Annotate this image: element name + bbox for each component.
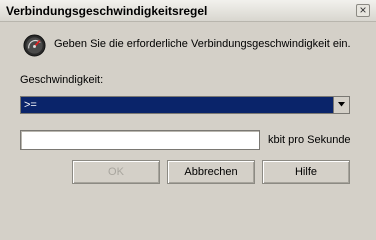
chevron-down-icon — [338, 102, 345, 107]
instruction-text: Geben Sie die erforderliche Verbindungsg… — [54, 38, 351, 50]
help-button[interactable]: Hilfe — [262, 160, 350, 184]
speed-label: Geschwindigkeit: — [20, 74, 104, 86]
speed-unit-label: kbit pro Sekunde — [268, 134, 351, 146]
cancel-button[interactable]: Abbrechen — [167, 160, 255, 184]
ok-button[interactable]: OK — [72, 160, 160, 184]
operator-dropdown-button[interactable] — [333, 97, 349, 113]
title-bar[interactable]: Verbindungsgeschwindigkeitsregel × — [0, 0, 376, 22]
speedometer-icon — [23, 34, 46, 57]
operator-selected-value: >= — [24, 99, 37, 111]
close-icon: × — [359, 3, 367, 17]
close-button[interactable]: × — [356, 3, 370, 17]
operator-select[interactable]: >= — [20, 96, 350, 114]
connection-speed-dialog: Verbindungsgeschwindigkeitsregel × Geben… — [0, 0, 376, 211]
window-title: Verbindungsgeschwindigkeitsregel — [6, 4, 208, 18]
speed-input[interactable] — [20, 130, 260, 150]
